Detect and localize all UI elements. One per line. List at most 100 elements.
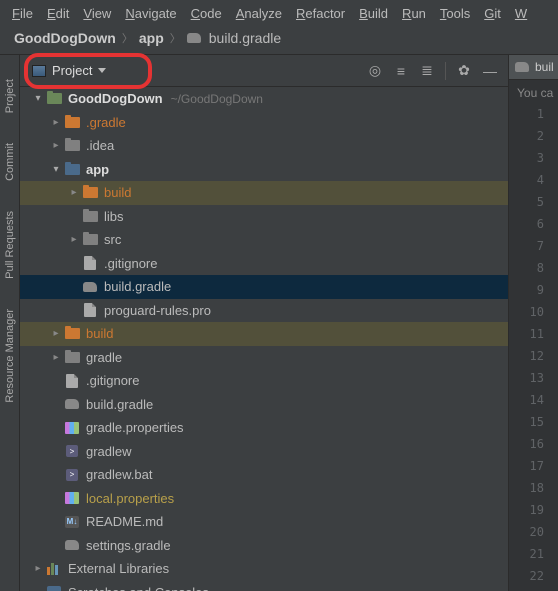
menu-edit[interactable]: Edit xyxy=(41,4,75,23)
file-grey-icon xyxy=(82,256,98,270)
collapse-all-icon[interactable]: ≣ xyxy=(419,63,435,79)
gutter-line: 6 xyxy=(509,217,558,239)
breadcrumb: GoodDogDown 〉 app 〉 build.gradle xyxy=(0,26,558,54)
tree-node-label: gradle xyxy=(86,350,122,365)
tree-node-label: Scratches and Consoles xyxy=(68,585,209,591)
gutter-line: 19 xyxy=(509,503,558,525)
gutter-line: 7 xyxy=(509,239,558,261)
gutter-line: 18 xyxy=(509,481,558,503)
tree-node--gitignore[interactable]: .gitignore xyxy=(20,369,508,393)
tree-node-build-gradle[interactable]: build.gradle xyxy=(20,393,508,417)
gutter-line: 13 xyxy=(509,371,558,393)
gutter-line: 1 xyxy=(509,107,558,129)
chevron-right-icon[interactable] xyxy=(68,187,80,199)
chevron-right-icon[interactable] xyxy=(50,328,62,340)
tree-node-readme-md[interactable]: M↓README.md xyxy=(20,510,508,534)
gradle-icn-icon xyxy=(64,397,80,411)
chevron-down-icon[interactable] xyxy=(50,163,62,175)
tree-node-scratches-and-consoles[interactable]: Scratches and Consoles xyxy=(20,581,508,591)
tree-node-proguard-rules-pro[interactable]: proguard-rules.pro xyxy=(20,299,508,323)
menu-w[interactable]: W xyxy=(509,4,533,23)
tree-node--gitignore[interactable]: .gitignore xyxy=(20,252,508,276)
gradle-icn-icon xyxy=(64,538,80,552)
gutter-line: 4 xyxy=(509,173,558,195)
breadcrumb-sep-icon: 〉 xyxy=(122,30,133,46)
tree-node-gooddogdown[interactable]: GoodDogDown ~/GoodDogDown xyxy=(20,87,508,111)
chevron-right-icon[interactable] xyxy=(50,140,62,152)
tree-node-label: build.gradle xyxy=(86,397,153,412)
tree-node-build[interactable]: build xyxy=(20,181,508,205)
tree-node-app[interactable]: app xyxy=(20,158,508,182)
menu-tools[interactable]: Tools xyxy=(434,4,476,23)
editor-tab[interactable]: buil xyxy=(509,55,558,80)
chevron-right-icon[interactable] xyxy=(50,116,62,128)
tree-node-src[interactable]: src xyxy=(20,228,508,252)
breadcrumb-root[interactable]: GoodDogDown xyxy=(14,30,116,46)
tree-node--idea[interactable]: .idea xyxy=(20,134,508,158)
menu-file[interactable]: File xyxy=(6,4,39,23)
folder-grey-icon xyxy=(64,350,80,364)
chevron-right-icon[interactable] xyxy=(50,351,62,363)
tree-node--gradle[interactable]: .gradle xyxy=(20,111,508,135)
project-icon xyxy=(32,65,46,77)
props-icn-icon xyxy=(64,421,80,435)
tree-node-external-libraries[interactable]: External Libraries xyxy=(20,557,508,581)
chevron-down-icon[interactable] xyxy=(32,93,44,105)
tree-node-libs[interactable]: libs xyxy=(20,205,508,229)
left-tool-rail: Project Commit Pull Requests Resource Manag… xyxy=(0,55,20,591)
gutter-line: 3 xyxy=(509,151,558,173)
gutter-line: 9 xyxy=(509,283,558,305)
expand-all-icon[interactable]: ≡ xyxy=(393,63,409,79)
file-grey-icon xyxy=(82,303,98,317)
tree-node-build-gradle[interactable]: build.gradle xyxy=(20,275,508,299)
menu-run[interactable]: Run xyxy=(396,4,432,23)
gutter-line: 10 xyxy=(509,305,558,327)
tree-node-build[interactable]: build xyxy=(20,322,508,346)
rail-resource-manager[interactable]: Resource Manager xyxy=(4,309,16,403)
menu-refactor[interactable]: Refactor xyxy=(290,4,351,23)
menu-navigate[interactable]: Navigate xyxy=(119,4,182,23)
tree-node-path: ~/GoodDogDown xyxy=(171,92,263,106)
tree-node-label: build xyxy=(86,326,113,341)
folder-orange-icon xyxy=(82,186,98,200)
tree-node-gradlew-bat[interactable]: >gradlew.bat xyxy=(20,463,508,487)
project-dropdown-label: Project xyxy=(52,63,92,78)
breadcrumb-file[interactable]: build.gradle xyxy=(209,30,281,46)
menu-view[interactable]: View xyxy=(77,4,117,23)
md-icn-icon: M↓ xyxy=(64,515,80,529)
chevron-right-icon[interactable] xyxy=(68,234,80,246)
project-view-dropdown[interactable]: Project xyxy=(26,60,116,81)
menu-build[interactable]: Build xyxy=(353,4,394,23)
chevron-right-icon[interactable] xyxy=(32,563,44,575)
menu-git[interactable]: Git xyxy=(478,4,507,23)
tree-node-label: libs xyxy=(104,209,124,224)
tree-node-settings-gradle[interactable]: settings.gradle xyxy=(20,534,508,558)
tree-node-gradlew[interactable]: >gradlew xyxy=(20,440,508,464)
folder-orange-icon xyxy=(64,115,80,129)
tree-node-label: .idea xyxy=(86,138,114,153)
menu-code[interactable]: Code xyxy=(185,4,228,23)
tree-node-local-properties[interactable]: local.properties xyxy=(20,487,508,511)
editor-tab-label: buil xyxy=(535,60,554,74)
folder-orange-icon xyxy=(64,327,80,341)
hide-icon[interactable]: — xyxy=(482,63,498,79)
folder-green-icon xyxy=(46,92,62,106)
locate-icon[interactable]: ◎ xyxy=(367,63,383,79)
tree-node-label: gradlew xyxy=(86,444,132,459)
tree-node-gradle[interactable]: gradle xyxy=(20,346,508,370)
breadcrumb-module[interactable]: app xyxy=(139,30,164,46)
project-tree[interactable]: GoodDogDown~/GoodDogDown.gradle.ideaappb… xyxy=(20,87,508,591)
gutter-line: 21 xyxy=(509,547,558,569)
menu-analyze[interactable]: Analyze xyxy=(230,4,288,23)
breadcrumb-sep-icon: 〉 xyxy=(170,30,181,46)
tree-node-label: build.gradle xyxy=(104,279,171,294)
gutter-line: 11 xyxy=(509,327,558,349)
rail-project[interactable]: Project xyxy=(4,79,16,113)
gear-icon[interactable]: ✿ xyxy=(456,63,472,79)
tree-node-gradle-properties[interactable]: gradle.properties xyxy=(20,416,508,440)
rail-pull-requests[interactable]: Pull Requests xyxy=(4,211,16,279)
tree-node-label: src xyxy=(104,232,121,247)
tree-node-label: GoodDogDown xyxy=(68,91,163,106)
gradle-icn-icon xyxy=(82,280,98,294)
rail-commit[interactable]: Commit xyxy=(4,143,16,181)
